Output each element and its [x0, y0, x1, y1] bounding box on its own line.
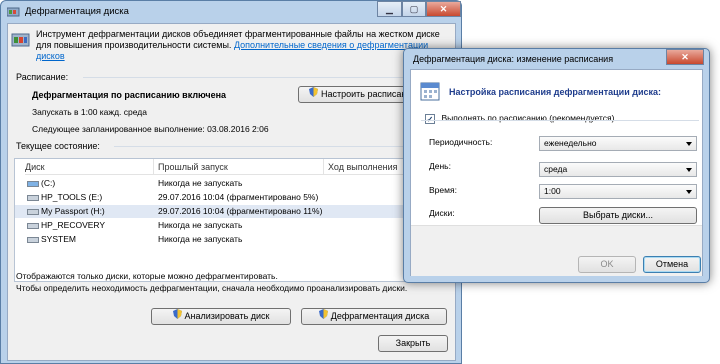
current-state-label: Текущее состояние:	[16, 141, 100, 151]
day-label: День:	[429, 161, 451, 171]
defrag-window: Дефрагментация диска ▁ ▢ ✕ Инструмент де…	[0, 0, 462, 364]
dialog-close-button[interactable]: ✕	[666, 49, 704, 65]
drive-row[interactable]: (C:) Никогда не запускать	[15, 177, 450, 190]
note-defraggable-only: Отображаются только диски, которые можно…	[16, 271, 278, 281]
drive-row[interactable]: HP_RECOVERY Никогда не запускать	[15, 219, 450, 232]
frequency-select[interactable]: еженедельно	[539, 136, 697, 151]
uac-shield-icon	[309, 87, 318, 102]
close-button[interactable]: Закрыть	[378, 335, 448, 352]
column-header-last-run[interactable]: Прошлый запуск	[153, 159, 323, 175]
drive-list[interactable]: Диск Прошлый запуск Ход выполнения (C:) …	[14, 158, 451, 282]
schedule-status: Дефрагментация по расписанию включена	[32, 90, 227, 100]
day-select[interactable]: среда	[539, 162, 697, 177]
schedule-next-run: Следующее запланированное выполнение: 03…	[32, 124, 269, 134]
schedule-divider	[83, 77, 451, 78]
schedule-run-time: Запускать в 1:00 кажд. среда	[32, 107, 147, 117]
column-header-disk[interactable]: Диск	[25, 159, 155, 175]
drive-row[interactable]: HP_TOOLS (E:) 29.07.2016 10:04 (фрагмент…	[15, 191, 450, 204]
schedule-dialog: Дефрагментация диска: изменение расписан…	[403, 48, 710, 283]
note-analyze-first: Чтобы определить неоходимость дефрагмент…	[16, 283, 408, 293]
main-client-area: Инструмент дефрагментации дисков объедин…	[7, 23, 456, 361]
close-icon: ✕	[439, 4, 448, 14]
dialog-footer: OK Отмена	[411, 225, 702, 276]
checkbox-checked-icon: ✓	[425, 113, 435, 124]
schedule-group-box	[421, 120, 699, 121]
time-label: Время:	[429, 185, 457, 195]
dialog-heading: Настройка расписания дефрагментации диск…	[449, 87, 661, 97]
defrag-disk-icon	[11, 29, 31, 49]
maximize-button[interactable]: ▢	[402, 1, 426, 17]
minimize-icon: ▁	[386, 4, 393, 14]
close-icon: ✕	[681, 52, 689, 62]
select-disks-button[interactable]: Выбрать диски...	[539, 207, 697, 224]
window-title: Дефрагментация диска	[25, 6, 129, 17]
uac-shield-icon	[318, 309, 328, 324]
analyze-disk-button[interactable]: Анализировать диск	[151, 308, 291, 325]
drive-row[interactable]: SYSTEM Никогда не запускать	[15, 233, 450, 246]
intro-text: Инструмент дефрагментации дисков объедин…	[36, 29, 440, 61]
schedule-label: Расписание:	[16, 72, 69, 82]
windows-drive-icon	[27, 180, 39, 187]
current-state-divider	[114, 146, 451, 147]
dialog-title[interactable]: Дефрагментация диска: изменение расписан…	[413, 54, 613, 64]
defrag-disk-button[interactable]: Дефрагментация диска	[301, 308, 447, 325]
drive-icon	[27, 222, 39, 229]
uac-shield-icon	[172, 309, 182, 324]
drive-icon	[27, 208, 39, 215]
disks-label: Диски:	[429, 208, 455, 218]
dialog-client-area: Настройка расписания дефрагментации диск…	[410, 69, 703, 276]
cancel-button[interactable]: Отмена	[643, 256, 701, 273]
frequency-label: Периодичность:	[429, 137, 493, 147]
chevron-down-icon	[686, 190, 692, 194]
calendar-icon	[419, 80, 441, 102]
maximize-icon: ▢	[409, 4, 419, 14]
defrag-app-icon	[6, 5, 20, 18]
drive-icon	[27, 236, 39, 243]
chevron-down-icon	[686, 142, 692, 146]
ok-button[interactable]: OK	[578, 256, 636, 273]
time-select[interactable]: 1:00	[539, 184, 697, 199]
drive-icon	[27, 194, 39, 201]
title-bar[interactable]: Дефрагментация диска ▁ ▢ ✕	[1, 1, 461, 23]
close-window-button[interactable]: ✕	[426, 1, 461, 17]
chevron-down-icon	[686, 168, 692, 172]
drive-row-selected[interactable]: My Passport (H:) 29.07.2016 10:04 (фрагм…	[15, 205, 450, 218]
configure-schedule-button[interactable]: Настроить расписание...	[298, 86, 416, 103]
run-on-schedule-checkbox[interactable]: ✓ Выполнять по расписанию (рекомендуется…	[425, 113, 614, 124]
minimize-button[interactable]: ▁	[377, 1, 402, 17]
